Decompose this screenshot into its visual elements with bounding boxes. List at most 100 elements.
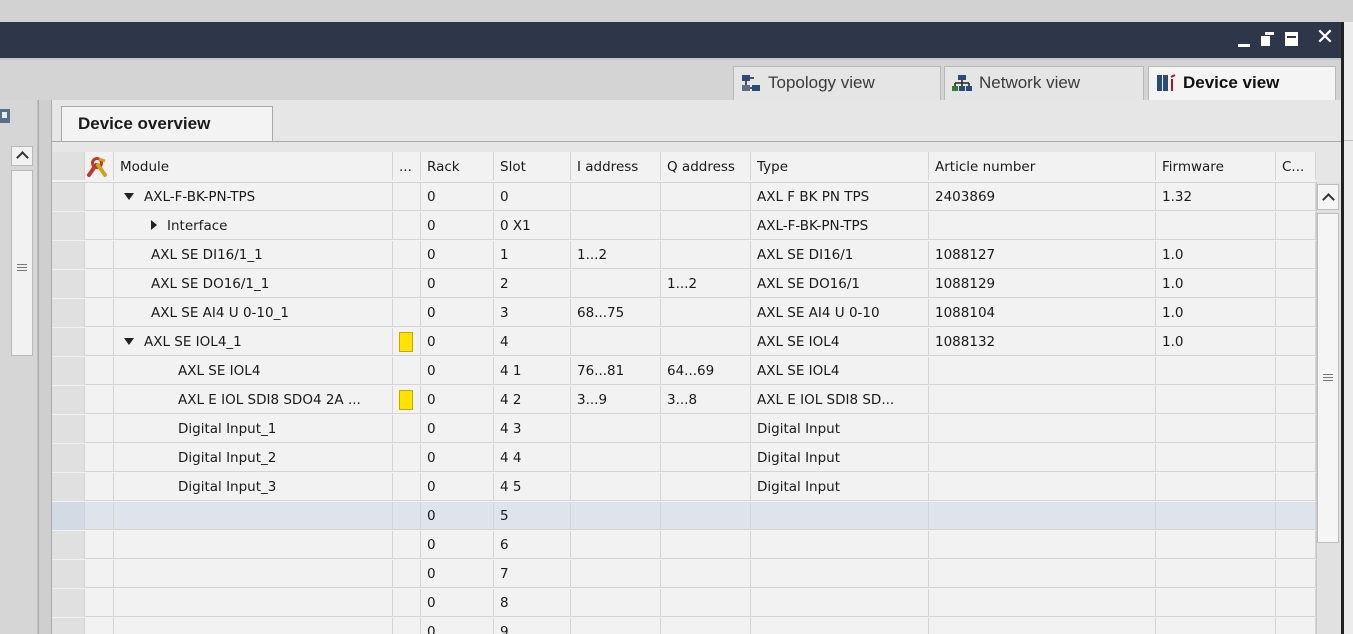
cell-module[interactable] [114, 589, 393, 617]
cell-module[interactable]: AXL SE AI4 U 0-10_1 [114, 299, 393, 327]
cell-i-address[interactable]: 1...2 [571, 241, 661, 269]
cell-type[interactable] [751, 618, 929, 634]
cell-q-address[interactable] [661, 415, 751, 443]
cell-i-address[interactable] [571, 328, 661, 356]
cell-slot[interactable]: 4 [494, 328, 571, 356]
maximize-button[interactable] [1281, 27, 1303, 53]
cell-article-number[interactable] [929, 357, 1156, 385]
cell-article-number[interactable]: 2403869 [929, 183, 1156, 211]
cell-type[interactable]: AXL SE AI4 U 0-10 [751, 299, 929, 327]
cell-firmware[interactable] [1156, 415, 1276, 443]
row-gutter[interactable] [52, 502, 85, 530]
cell-firmware[interactable]: 1.0 [1156, 299, 1276, 327]
cell-slot[interactable]: 6 [494, 531, 571, 559]
cell-i-address[interactable] [571, 212, 661, 240]
cell-article-number[interactable] [929, 502, 1156, 530]
cell-module[interactable]: AXL SE DO16/1_1 [114, 270, 393, 298]
row-gutter[interactable] [52, 473, 85, 501]
cell-type[interactable]: AXL SE DI16/1 [751, 241, 929, 269]
row-gutter[interactable] [52, 618, 85, 634]
cell-firmware[interactable]: 1.0 [1156, 241, 1276, 269]
cell-firmware[interactable] [1156, 502, 1276, 530]
cell-module[interactable] [114, 618, 393, 634]
cell-firmware[interactable] [1156, 560, 1276, 588]
row-gutter[interactable] [52, 212, 85, 240]
table-row[interactable]: 06 [52, 531, 1316, 559]
cell-rack[interactable]: 0 [421, 618, 494, 634]
cell-module[interactable]: AXL SE DI16/1_1 [114, 241, 393, 269]
cell-module[interactable]: Digital Input_1 [114, 415, 393, 443]
cell-comment[interactable] [1276, 473, 1316, 501]
table-row[interactable]: AXL SE AI4 U 0-10_1 0 3 68...75 AXL SE AI4 U… [52, 299, 1316, 327]
cell-i-address[interactable] [571, 589, 661, 617]
left-scroll-thumb[interactable] [11, 170, 33, 356]
column-header-q-address[interactable]: Q address [661, 152, 751, 180]
cell-article-number[interactable] [929, 386, 1156, 414]
cell-rack[interactable]: 0 [421, 241, 494, 269]
cell-rack[interactable]: 0 [421, 415, 494, 443]
row-gutter[interactable] [52, 589, 85, 617]
cell-slot[interactable]: 4 2 [494, 386, 571, 414]
tab-device-overview[interactable]: Device overview [61, 106, 273, 142]
tab-topology-view[interactable]: Topology view [733, 66, 941, 100]
cell-module[interactable] [114, 531, 393, 559]
cell-q-address[interactable] [661, 299, 751, 327]
cell-module[interactable]: Interface [114, 212, 393, 240]
table-row[interactable]: AXL SE DO16/1_1 0 2 1...2 AXL SE DO16/1 10881… [52, 270, 1316, 298]
cell-i-address[interactable] [571, 444, 661, 472]
cell-i-address[interactable] [571, 183, 661, 211]
cell-type[interactable]: AXL SE DO16/1 [751, 270, 929, 298]
column-header-extra[interactable]: ... [393, 152, 421, 180]
cell-i-address[interactable] [571, 560, 661, 588]
row-gutter[interactable] [52, 328, 85, 356]
cell-slot[interactable]: 8 [494, 589, 571, 617]
cell-article-number[interactable] [929, 415, 1156, 443]
cell-module[interactable] [114, 560, 393, 588]
cell-article-number[interactable] [929, 618, 1156, 634]
cell-type[interactable]: Digital Input [751, 473, 929, 501]
column-header-module[interactable]: Module [114, 152, 393, 180]
column-header-comment[interactable]: C... [1276, 152, 1316, 180]
cell-i-address[interactable] [571, 270, 661, 298]
cell-comment[interactable] [1276, 241, 1316, 269]
cell-type[interactable] [751, 560, 929, 588]
cell-slot[interactable]: 7 [494, 560, 571, 588]
row-gutter[interactable] [52, 270, 85, 298]
row-gutter[interactable] [52, 357, 85, 385]
table-row[interactable]: AXL E IOL SDI8 SDO4 2A ... 0 4 2 3...9 3...8… [52, 386, 1316, 414]
cell-q-address[interactable] [661, 589, 751, 617]
cell-i-address[interactable]: 68...75 [571, 299, 661, 327]
float-window-button[interactable] [1257, 27, 1279, 53]
cell-rack[interactable]: 0 [421, 328, 494, 356]
cell-type[interactable]: AXL F BK PN TPS [751, 183, 929, 211]
cell-article-number[interactable]: 1088129 [929, 270, 1156, 298]
row-gutter[interactable] [52, 183, 85, 211]
close-button[interactable]: ✕ [1314, 25, 1336, 51]
cell-article-number[interactable]: 1088132 [929, 328, 1156, 356]
cell-q-address[interactable] [661, 618, 751, 634]
row-gutter[interactable] [52, 299, 85, 327]
cell-module[interactable]: AXL SE IOL4 [114, 357, 393, 385]
cell-firmware[interactable] [1156, 444, 1276, 472]
cell-rack[interactable]: 0 [421, 212, 494, 240]
cell-slot[interactable]: 4 1 [494, 357, 571, 385]
cell-article-number[interactable] [929, 589, 1156, 617]
column-header-i-address[interactable]: I address [571, 152, 661, 180]
cell-comment[interactable] [1276, 299, 1316, 327]
column-header-article-number[interactable]: Article number [929, 152, 1156, 180]
cell-comment[interactable] [1276, 386, 1316, 414]
cell-q-address[interactable] [661, 444, 751, 472]
expand-triangle-icon[interactable] [151, 220, 157, 230]
cell-slot[interactable]: 0 [494, 183, 571, 211]
tab-device-view[interactable]: Device view [1148, 66, 1336, 102]
table-row[interactable]: AXL-F-BK-PN-TPS 0 0 AXL F BK PN TPS 2403869 1… [52, 183, 1316, 211]
table-row[interactable]: Digital Input_3 0 4 5 Digital Input [52, 473, 1316, 501]
cell-slot[interactable]: 1 [494, 241, 571, 269]
cell-comment[interactable] [1276, 560, 1316, 588]
minimize-button[interactable] [1234, 27, 1256, 53]
cell-comment[interactable] [1276, 531, 1316, 559]
cell-article-number[interactable] [929, 473, 1156, 501]
cell-i-address[interactable] [571, 618, 661, 634]
table-row[interactable]: Digital Input_2 0 4 4 Digital Input [52, 444, 1316, 472]
cell-slot[interactable]: 2 [494, 270, 571, 298]
